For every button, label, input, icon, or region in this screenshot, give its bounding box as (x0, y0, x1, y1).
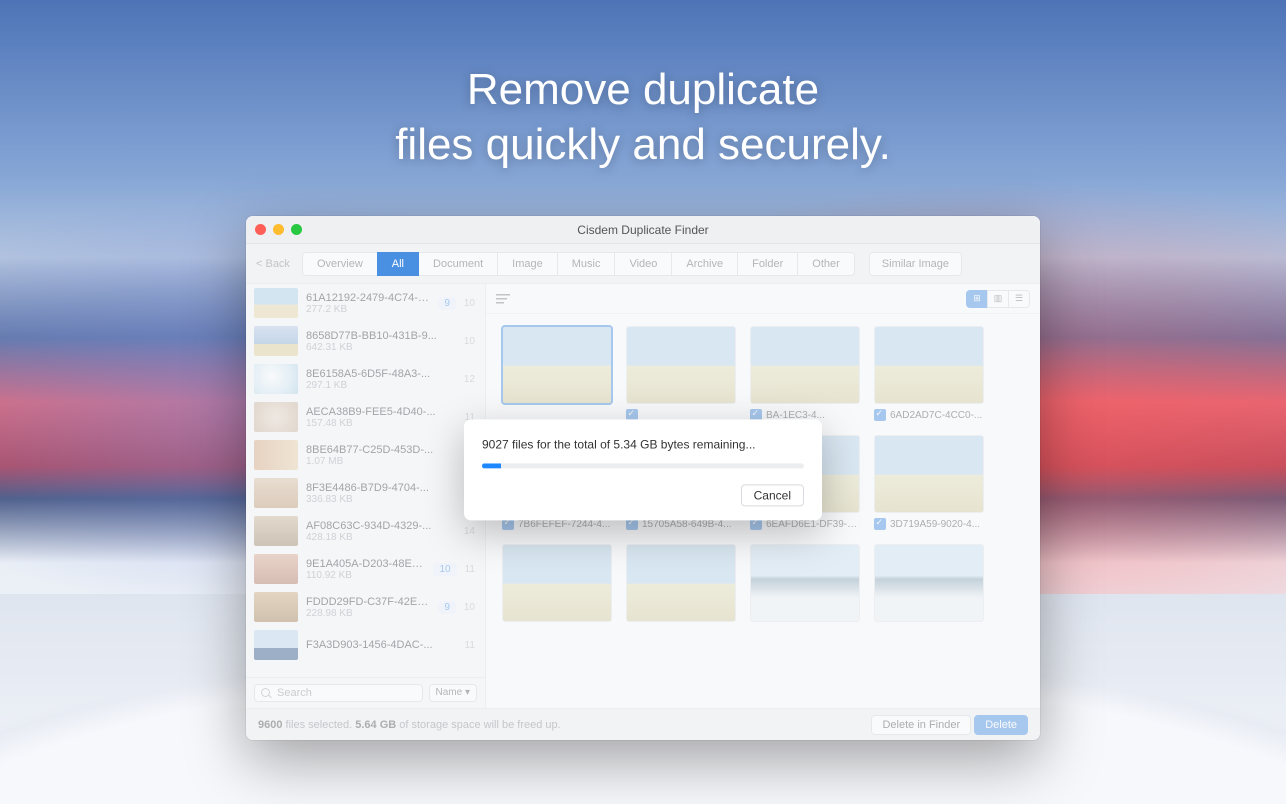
marketing-line1: Remove duplicate (0, 62, 1286, 117)
close-icon[interactable] (255, 224, 266, 235)
marketing-headline: Remove duplicate files quickly and secur… (0, 62, 1286, 172)
app-window: Cisdem Duplicate Finder < Back Overview … (246, 216, 1040, 740)
minimize-icon[interactable] (273, 224, 284, 235)
titlebar: Cisdem Duplicate Finder (246, 216, 1040, 244)
tab-all[interactable]: All (377, 252, 419, 276)
progress-fill (482, 463, 501, 468)
cancel-button[interactable]: Cancel (741, 484, 804, 506)
marketing-line2: files quickly and securely. (0, 117, 1286, 172)
progress-bar (482, 463, 804, 468)
zoom-icon[interactable] (291, 224, 302, 235)
progress-dialog: 9027 files for the total of 5.34 GB byte… (464, 419, 822, 520)
traffic-lights (255, 224, 302, 235)
window-title: Cisdem Duplicate Finder (577, 223, 708, 237)
progress-message: 9027 files for the total of 5.34 GB byte… (482, 437, 804, 451)
